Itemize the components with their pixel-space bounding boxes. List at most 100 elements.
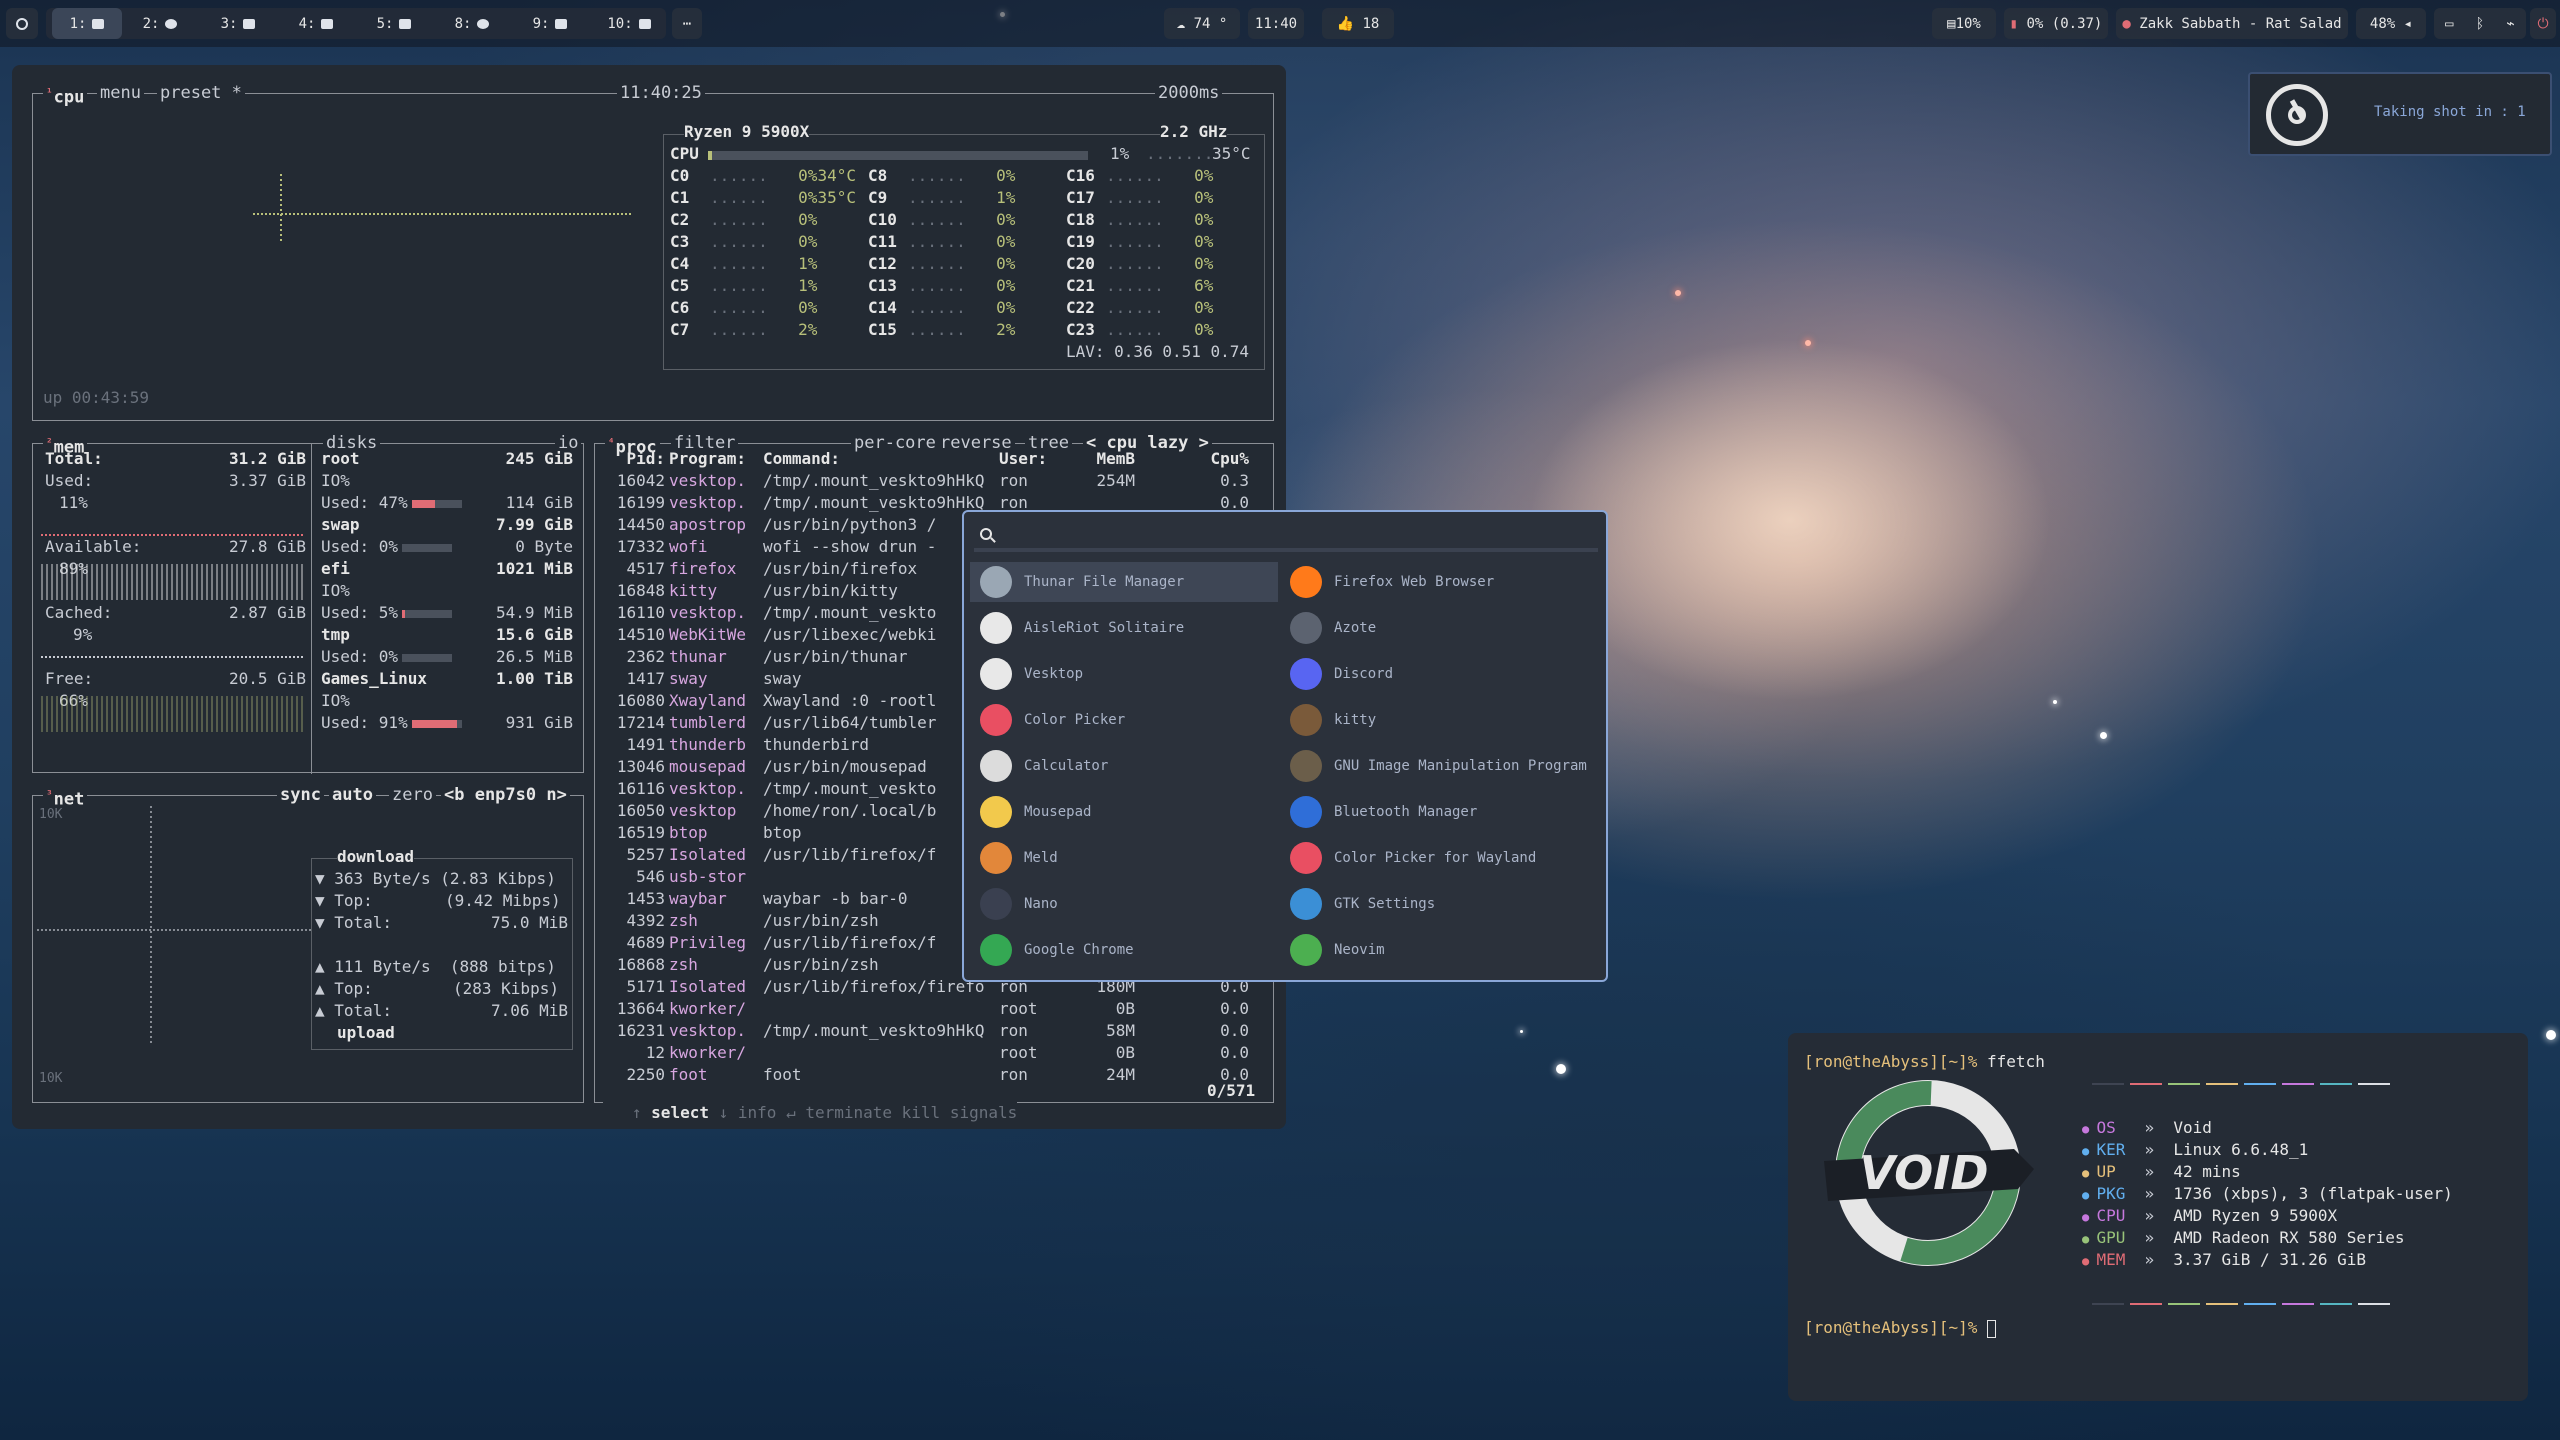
workspace-9[interactable]: 9: (520, 8, 580, 39)
launcher-app-item[interactable]: Google Chrome (970, 930, 1278, 970)
workspace-3[interactable]: 3: (208, 8, 268, 39)
kill-action[interactable]: kill (902, 1103, 941, 1122)
power-menu-icon[interactable] (6, 8, 38, 39)
media-widget[interactable]: ● Zakk Sabbath - Rat Salad (2116, 8, 2348, 39)
core-temp: 35°C (817, 188, 856, 207)
palette-swatch (2092, 1083, 2124, 1085)
workspace-1[interactable]: 1: (52, 8, 122, 39)
firefox-icon (165, 18, 178, 29)
info-bullet-icon: ● (2082, 1166, 2097, 1180)
launcher-app-item[interactable]: Azote (1280, 608, 1588, 648)
workspace-5[interactable]: 5: (364, 8, 424, 39)
volume-widget[interactable]: 48% ◂ (2356, 8, 2426, 39)
signals-action[interactable]: signals (950, 1103, 1017, 1122)
launcher-app-item[interactable]: Color Picker for Wayland (1280, 838, 1588, 878)
launcher-search-input[interactable] (974, 524, 1598, 552)
screen-icon[interactable]: ▭ (2445, 16, 2453, 32)
power-button[interactable]: ⏻ (2530, 8, 2556, 39)
proc-cell: thunderb (669, 735, 747, 754)
net-interface-selector[interactable]: <b enp7s0 n> (441, 784, 570, 806)
launcher-app-item[interactable]: Neovim (1280, 930, 1588, 970)
launcher-app-label: Vesktop (1024, 666, 1084, 682)
launcher-app-item[interactable]: kitty (1280, 700, 1588, 740)
core-pct: 2% (798, 320, 818, 339)
proc-cell: 16110 (616, 603, 665, 622)
disk-usage-bar (402, 543, 453, 552)
proc-header-cell[interactable]: MemB (1065, 448, 1135, 470)
disk-used-pct: 5% (378, 603, 399, 622)
palette-swatch (2320, 1303, 2352, 1305)
proc-header-cell[interactable]: Pid: (605, 448, 665, 470)
palette-swatch (2168, 1083, 2200, 1085)
download-total-value: 75.0 MiB (491, 913, 569, 932)
fetch-terminal[interactable]: [ron@theAbyss][~]% ffetch VOID ● OS » Voi… (1788, 1033, 2528, 1401)
workspace-4[interactable]: 4: (286, 8, 346, 39)
workspace-8[interactable]: 8: (442, 8, 502, 39)
launcher-app-item[interactable]: Meld (970, 838, 1278, 878)
launcher-app-item[interactable]: Firefox Web Browser (1280, 562, 1588, 602)
launcher-app-label: AisleRiot Solitaire (1024, 620, 1185, 636)
cpu-box-title[interactable]: ¹cpu (43, 82, 88, 109)
update-interval[interactable]: 2000ms (1155, 82, 1223, 104)
core-graph: ...... (1106, 210, 1174, 229)
core-name: C14 (868, 298, 897, 317)
core-pct: 0% (798, 210, 818, 229)
network-icon[interactable]: ⌁ (2506, 16, 2514, 32)
disk-used-row: Used: 0% (321, 646, 456, 668)
core-name: C16 (1066, 166, 1095, 185)
prompt-line-2[interactable]: [ron@theAbyss][~]% (1804, 1317, 1997, 1339)
info-bullet-icon: ● (2082, 1188, 2097, 1202)
launcher-app-item[interactable]: Mousepad (970, 792, 1278, 832)
workspace-10[interactable]: 10: (596, 8, 662, 39)
disk-used-row: Used: 0% (321, 536, 456, 558)
launcher-app-item[interactable]: Discord (1280, 654, 1588, 694)
launcher-app-item[interactable]: GNU Image Manipulation Program (1280, 746, 1588, 786)
launcher-app-item[interactable]: AisleRiot Solitaire (970, 608, 1278, 648)
select-action[interactable]: select (651, 1103, 709, 1122)
disk-usage-bar (411, 499, 462, 508)
net-zero-toggle[interactable]: zero (389, 784, 436, 806)
bluetooth-icon[interactable]: ᛒ (2476, 16, 2484, 32)
launcher-app-item[interactable]: Bluetooth Manager (1280, 792, 1588, 832)
core-row: C8...... 0% (868, 165, 1015, 187)
proc-cell: /usr/lib/firefox/f (763, 845, 937, 864)
core-graph: ...... (908, 166, 976, 185)
scratchpad-button[interactable]: ⋯ (672, 8, 702, 39)
download-top: ▼ Top: (315, 891, 373, 910)
proc-cell: thunar (669, 647, 727, 666)
core-graph: ...... (1106, 320, 1174, 339)
proc-header-cell[interactable]: Program: (669, 448, 759, 470)
proc-header-cell[interactable]: Cpu% (1175, 448, 1249, 470)
launcher-app-item[interactable]: GTK Settings (1280, 884, 1588, 924)
mem-free-label: Free: (45, 669, 94, 688)
core-graph: ...... (710, 254, 778, 273)
launcher-app-item[interactable]: Calculator (970, 746, 1278, 786)
clock[interactable]: 11:40 (1248, 8, 1304, 39)
proc-cell: 0B (1115, 999, 1135, 1018)
launcher-app-item[interactable]: Vesktop (970, 654, 1278, 694)
core-row: C9...... 1% (868, 187, 1015, 209)
launcher-app-item[interactable]: Thunar File Manager (970, 562, 1278, 602)
updates-widget[interactable]: 👍 18 (1322, 8, 1394, 39)
menu-button[interactable]: menu (97, 82, 144, 104)
proc-cell: waybar (669, 889, 727, 908)
proc-header-cell[interactable]: Command: (763, 448, 993, 470)
upload-total: ▲ Total: (315, 1001, 393, 1020)
preset-button[interactable]: preset * (157, 82, 245, 104)
workspace-2[interactable]: 2: (130, 8, 190, 39)
net-sync-toggle[interactable]: sync (277, 784, 324, 806)
proc-cell: Isolated (669, 977, 747, 996)
proc-cell: vesktop. (669, 471, 747, 490)
net-auto-toggle[interactable]: auto (329, 784, 376, 806)
info-action[interactable]: info (738, 1103, 777, 1122)
terminate-action[interactable]: terminate (805, 1103, 892, 1122)
core-graph: ...... (1106, 298, 1174, 317)
core-graph: ...... (1106, 166, 1174, 185)
launcher-app-item[interactable]: Nano (970, 884, 1278, 924)
screenshot-notification[interactable]: Taking shot in : 1 (2248, 72, 2552, 156)
app-launcher[interactable]: Thunar File Manager Firefox Web Browser Ai… (962, 510, 1608, 982)
launcher-app-label: Bluetooth Manager (1334, 804, 1478, 820)
proc-header-cell[interactable]: User: (999, 448, 1059, 470)
void-logo: VOID (1824, 1080, 2034, 1266)
launcher-app-item[interactable]: Color Picker (970, 700, 1278, 740)
